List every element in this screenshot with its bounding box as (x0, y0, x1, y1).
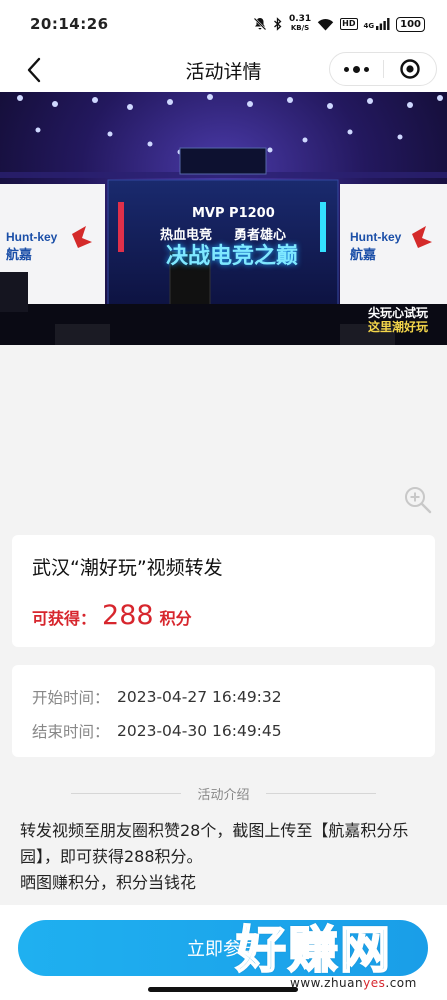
status-icons: 0.31 KB/S HD 4G 100 (253, 15, 425, 33)
cellular-signal: 4G (364, 18, 391, 30)
end-time-row: 结束时间： 2023-04-30 16:49:45 (32, 717, 415, 745)
banner-corner-text: 尖玩心试玩 这里潮好玩 (368, 306, 429, 334)
banner-brand-left: Hunt-key 航嘉 (6, 230, 58, 262)
status-time: 20:14:26 (30, 15, 109, 33)
watermark-url: www.zhuanyes.com (290, 976, 417, 990)
banner-screen-headline: 决战电竞之巅 (166, 244, 299, 269)
signal-bars-icon (376, 18, 390, 30)
chevron-left-icon (27, 57, 41, 83)
intro-section-header: 活动介绍 (0, 782, 447, 804)
navigation-bar: 活动详情 (0, 48, 447, 92)
activity-summary-card: 武汉“潮好玩”视频转发 可获得： 288 积分 (12, 535, 435, 647)
banner-brand-right: Hunt-key 航嘉 (350, 230, 402, 262)
zoom-in-button[interactable] (402, 484, 434, 516)
end-time-value: 2023-04-30 16:49:45 (117, 722, 282, 740)
start-time-label: 开始时间： (32, 689, 110, 707)
intro-section-title: 活动介绍 (197, 787, 250, 803)
start-time-row: 开始时间： 2023-04-27 16:49:32 (32, 683, 415, 711)
target-close-icon (400, 59, 420, 79)
close-miniprogram-button[interactable] (384, 58, 436, 80)
description-line: 转发视频至朋友圈积赞28个，截图上传至【航嘉积分乐园】，即可获得288积分。 (20, 821, 409, 866)
activity-banner-image: Hunt-key 航嘉 Hunt-key 航嘉 MVP P1200 热血电竞 勇者… (0, 92, 447, 345)
reward-points: 288 (102, 600, 154, 631)
battery-indicator: 100 (396, 16, 425, 32)
start-time-value: 2023-04-27 16:49:32 (117, 688, 282, 706)
description-line: 晒图赚积分，积分当钱花 (20, 873, 197, 892)
hd-badge: HD (340, 18, 358, 30)
activity-time-card: 开始时间： 2023-04-27 16:49:32 结束时间： 2023-04-… (12, 665, 435, 757)
mute-icon (253, 17, 267, 31)
page-title: 活动详情 (185, 60, 262, 83)
activity-description: 转发视频至朋友圈积赞28个，截图上传至【航嘉积分乐园】，即可获得288积分。 晒… (20, 818, 430, 896)
reward-info: 可获得： 288 积分 (32, 600, 415, 631)
reward-unit: 积分 (159, 609, 192, 628)
bluetooth-icon (273, 17, 282, 31)
miniprogram-capsule (329, 52, 437, 86)
wifi-icon (317, 18, 334, 30)
more-icon (344, 66, 349, 72)
zoom-in-icon (405, 487, 432, 514)
site-watermark: 好赚网 www.zhuanyes.com (235, 921, 436, 992)
activity-name: 武汉“潮好玩”视频转发 (32, 557, 223, 579)
more-button[interactable] (330, 65, 383, 73)
back-button[interactable] (20, 56, 48, 84)
net-speed: 0.31 KB/S (288, 14, 312, 33)
banner-screen-model: MVP P1200 (192, 206, 275, 221)
home-indicator[interactable] (148, 987, 298, 992)
reward-label: 可获得： (32, 609, 97, 628)
end-time-label: 结束时间： (32, 723, 110, 741)
status-bar: 20:14:26 0.31 KB/S HD 4G 100 (0, 0, 447, 48)
watermark-logo-text: 好赚网 (235, 921, 392, 979)
